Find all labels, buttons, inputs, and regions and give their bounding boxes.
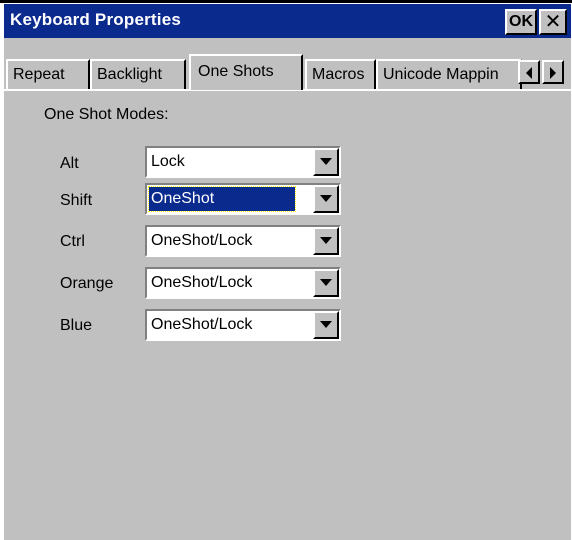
chevron-down-icon	[320, 158, 332, 165]
section-heading: One Shot Modes:	[44, 106, 169, 123]
alt-mode-select[interactable]: Lock	[145, 146, 341, 178]
blue-mode-value: OneShot/Lock	[151, 316, 253, 333]
ctrl-label: Ctrl	[60, 233, 85, 250]
orange-label: Orange	[60, 275, 114, 292]
ok-button[interactable]: OK	[505, 9, 537, 35]
blue-dropdown-button[interactable]	[313, 311, 339, 339]
ctrl-dropdown-button[interactable]	[313, 227, 339, 255]
chevron-down-icon	[320, 321, 332, 328]
tab-scroll-left-button[interactable]	[518, 60, 540, 84]
arrow-right-icon	[550, 67, 556, 79]
alt-label: Alt	[60, 155, 79, 172]
blue-mode-select[interactable]: OneShot/Lock	[145, 309, 341, 341]
tab-repeat[interactable]: Repeat	[6, 59, 90, 89]
tab-macros[interactable]: Macros	[305, 59, 376, 89]
orange-mode-value: OneShot/Lock	[151, 274, 253, 291]
chevron-down-icon	[320, 195, 332, 202]
shift-mode-value: OneShot	[148, 186, 296, 212]
tab-scroll-right-button[interactable]	[542, 60, 564, 84]
tab-one-shots[interactable]: One Shots	[189, 54, 303, 90]
tab-strip: Repeat Backlight One Shots Macros Unicod…	[4, 54, 571, 90]
tab-unicode-mapping[interactable]: Unicode Mappin	[376, 59, 522, 89]
shift-label: Shift	[60, 192, 93, 209]
tab-backlight[interactable]: Backlight	[90, 59, 186, 89]
blue-label: Blue	[60, 317, 93, 334]
alt-mode-value: Lock	[151, 153, 185, 170]
chevron-down-icon	[320, 279, 332, 286]
shift-mode-select[interactable]: OneShot	[145, 183, 341, 215]
close-button[interactable]: ✕	[539, 9, 567, 35]
window-title: Keyboard Properties	[10, 10, 182, 29]
chevron-down-icon	[320, 237, 332, 244]
arrow-left-icon	[526, 67, 532, 79]
ctrl-mode-select[interactable]: OneShot/Lock	[145, 225, 341, 257]
top-border	[0, 0, 572, 3]
orange-dropdown-button[interactable]	[313, 269, 339, 297]
orange-mode-select[interactable]: OneShot/Lock	[145, 267, 341, 299]
shift-dropdown-button[interactable]	[313, 185, 339, 213]
title-bar: Keyboard Properties OK ✕	[4, 4, 571, 38]
close-icon: ✕	[544, 11, 562, 33]
ctrl-mode-value: OneShot/Lock	[151, 232, 253, 249]
alt-dropdown-button[interactable]	[313, 148, 339, 176]
